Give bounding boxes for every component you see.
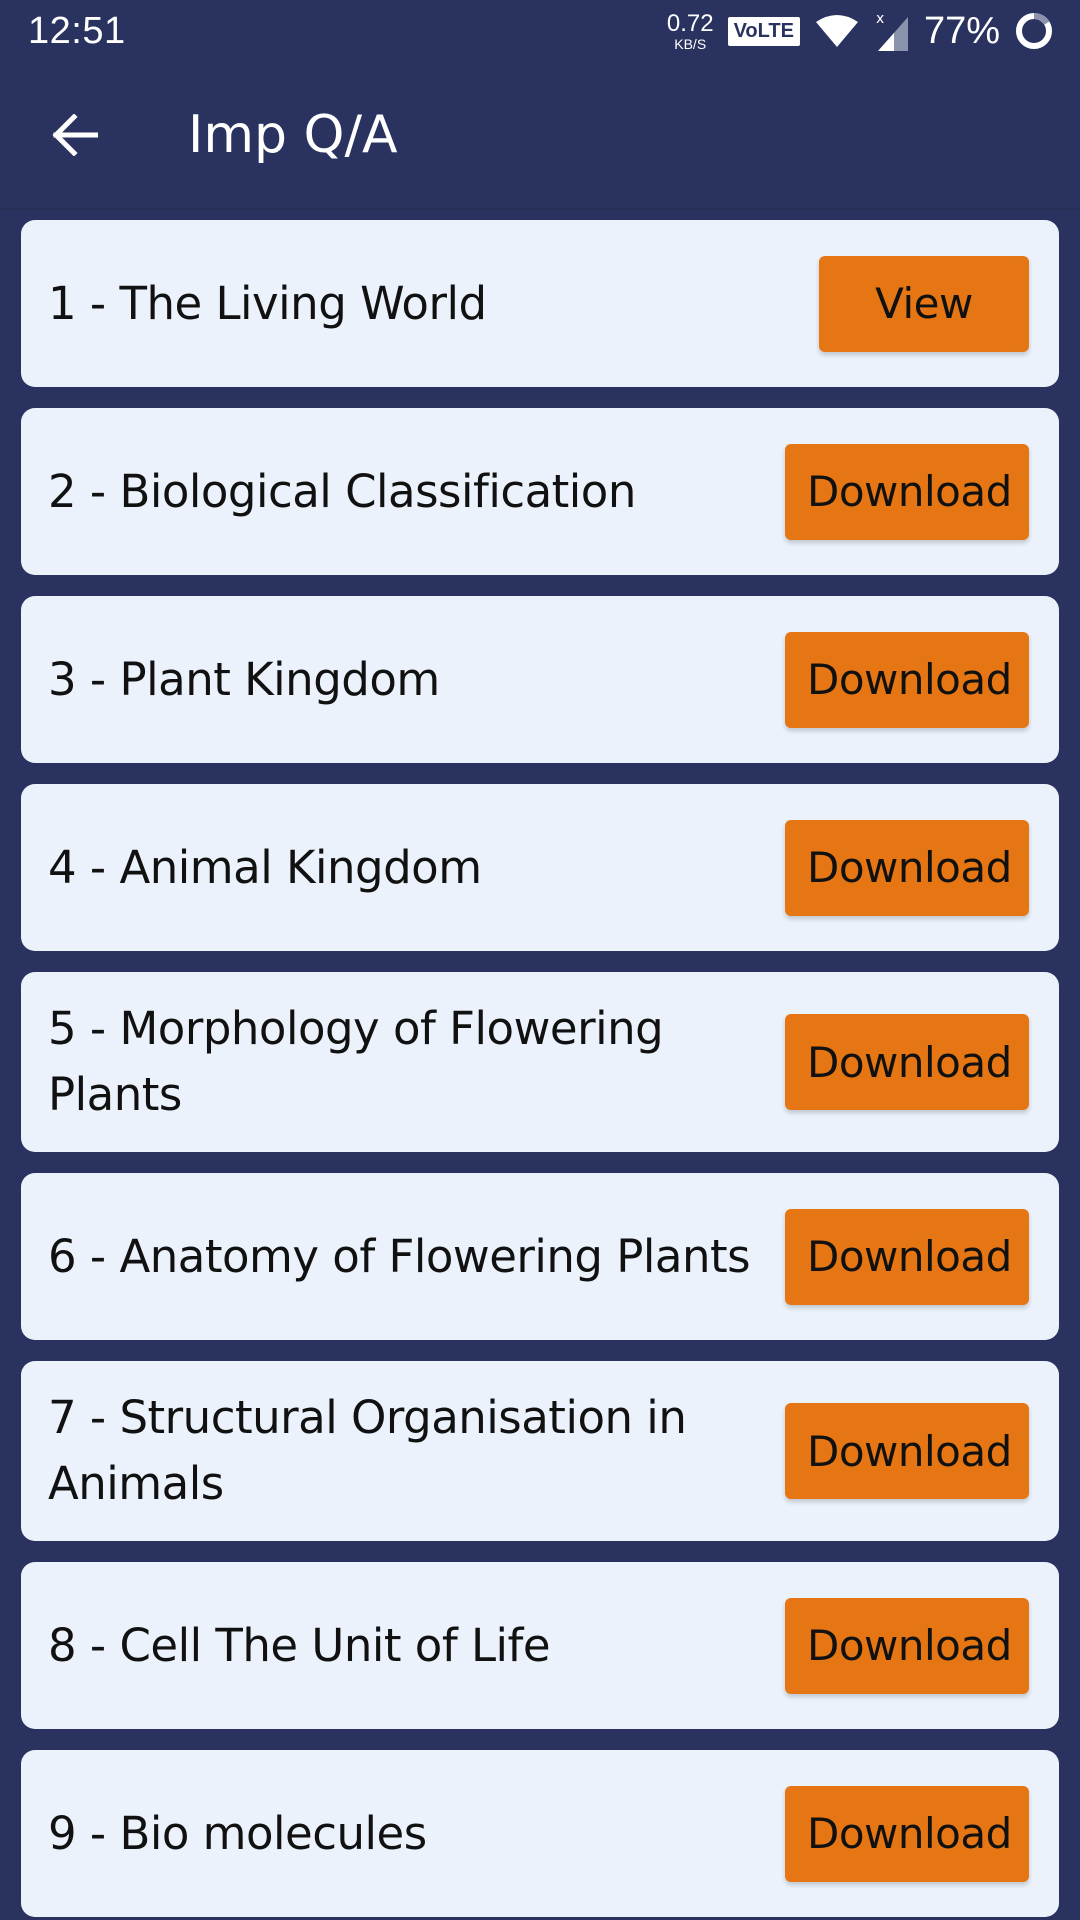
chapter-title: 4 - Animal Kingdom xyxy=(48,840,482,894)
download-button[interactable]: Download xyxy=(785,1208,1029,1305)
back-button[interactable] xyxy=(40,100,110,170)
download-button[interactable]: Download xyxy=(785,631,1029,728)
list-item: 4 - Animal Kingdom Download xyxy=(21,784,1059,951)
view-button[interactable]: View xyxy=(819,255,1029,352)
status-icons: 0.72 KB/S VoLTE x 77% xyxy=(667,10,1054,53)
chapter-title: 3 - Plant Kingdom xyxy=(48,652,440,706)
network-speed: 0.72 KB/S xyxy=(666,9,714,52)
chapter-list: 1 - The Living World View 2 - Biological… xyxy=(0,210,1080,1917)
app-bar: Imp Q/A xyxy=(0,62,1080,210)
svg-text:x: x xyxy=(876,11,884,27)
download-button[interactable]: Download xyxy=(785,1014,1029,1110)
status-bar: 12:51 0.72 KB/S VoLTE x 77% xyxy=(0,0,1080,62)
chapter-title: 9 - Bio molecules xyxy=(48,1806,427,1860)
download-button[interactable]: Download xyxy=(785,443,1029,540)
chapter-title: 1 - The Living World xyxy=(48,276,487,330)
chapter-title: 5 - Morphology of Flowering Plants xyxy=(48,1002,664,1121)
signal-icon: x xyxy=(876,11,908,51)
chapter-title: 8 - Cell The Unit of Life xyxy=(48,1618,551,1672)
list-item: 8 - Cell The Unit of Life Download xyxy=(21,1562,1059,1729)
status-time: 12:51 xyxy=(28,9,126,52)
volte-icon: VoLTE xyxy=(727,16,800,46)
wifi-icon xyxy=(815,15,858,47)
battery-icon xyxy=(1016,13,1052,49)
list-item: 5 - Morphology of Flowering Plants Downl… xyxy=(21,972,1059,1152)
list-item: 7 - Structural Organisation in Animals D… xyxy=(21,1361,1059,1541)
page-title: Imp Q/A xyxy=(188,105,398,165)
list-item: 3 - Plant Kingdom Download xyxy=(21,596,1059,763)
chapter-title: 7 - Structural Organisation in Animals xyxy=(48,1391,687,1510)
list-item: 1 - The Living World View xyxy=(21,220,1059,387)
download-button[interactable]: Download xyxy=(785,1785,1029,1882)
battery-percentage: 77% xyxy=(923,9,1000,52)
chapter-title: 2 - Biological Classification xyxy=(48,464,636,518)
arrow-left-icon xyxy=(52,114,98,156)
list-item: 9 - Bio molecules Download xyxy=(21,1750,1059,1917)
download-button[interactable]: Download xyxy=(785,1403,1029,1499)
download-button[interactable]: Download xyxy=(785,1597,1029,1694)
network-speed-value: 0.72 xyxy=(666,9,714,37)
list-item: 2 - Biological Classification Download xyxy=(21,408,1059,575)
chapter-title: 6 - Anatomy of Flowering Plants xyxy=(48,1229,751,1283)
list-item: 6 - Anatomy of Flowering Plants Download xyxy=(21,1173,1059,1340)
download-button[interactable]: Download xyxy=(785,819,1029,916)
network-speed-unit: KB/S xyxy=(674,35,707,52)
